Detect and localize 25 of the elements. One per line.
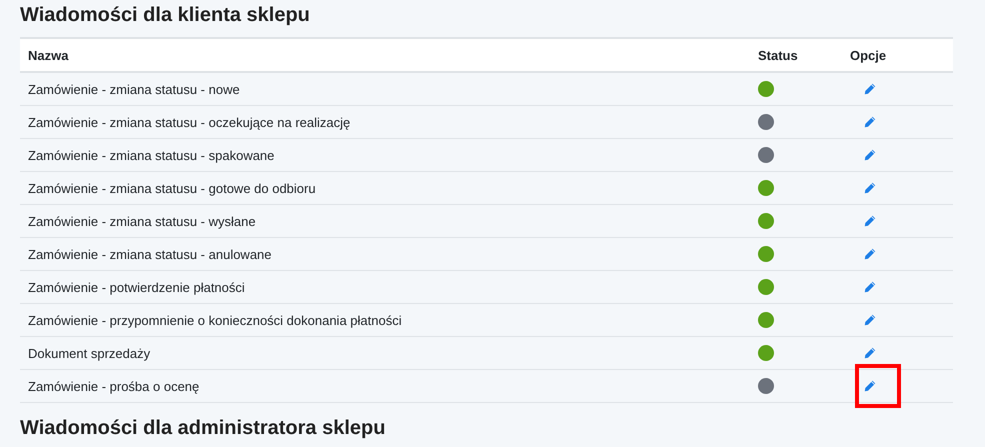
- column-header: Status: [757, 48, 799, 62]
- edit-icon[interactable]: [864, 281, 876, 293]
- message-name: Zamówienie - zmiana statusu - oczekujące na realizację: [27, 114, 352, 130]
- edit-icon[interactable]: [864, 182, 876, 194]
- message-name: Zamówienie - potwierdzenie płatności: [27, 280, 246, 294]
- edit-icon[interactable]: [864, 347, 876, 359]
- edit-icon[interactable]: [864, 314, 876, 326]
- edit-icon[interactable]: [864, 215, 876, 227]
- column-header: Opcje: [850, 48, 888, 62]
- message-name: Zamówienie - prośba o ocenę: [27, 378, 200, 394]
- edit-icon[interactable]: [864, 248, 876, 260]
- column-header: Nazwa: [27, 48, 70, 62]
- message-name: Zamówienie - zmiana statusu - nowe: [27, 82, 241, 96]
- message-name: Zamówienie - przypomnienie o konieczności dokonania płatności: [27, 312, 403, 328]
- section-title: Wiadomości dla administratora sklepu: [20, 416, 386, 441]
- section-title: Wiadomości dla klienta sklepu: [20, 3, 311, 28]
- message-name: Zamówienie - zmiana statusu - gotowe do odbioru: [27, 180, 317, 196]
- edit-icon[interactable]: [864, 83, 876, 95]
- message-name: Zamówienie - zmiana statusu - spakowane: [27, 148, 276, 162]
- message-name: Zamówienie - zmiana statusu - anulowane: [27, 246, 273, 262]
- edit-icon[interactable]: [864, 380, 876, 392]
- message-name: Dokument sprzedaży: [27, 346, 152, 360]
- edit-icon[interactable]: [864, 149, 876, 161]
- message-name: Zamówienie - zmiana statusu - wysłane: [27, 214, 257, 228]
- edit-icon[interactable]: [864, 116, 876, 128]
